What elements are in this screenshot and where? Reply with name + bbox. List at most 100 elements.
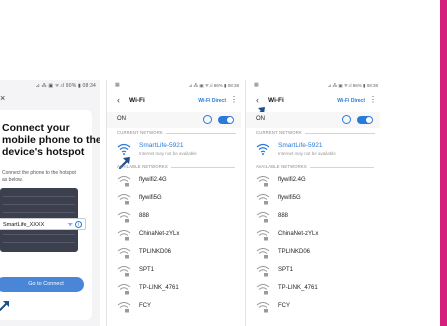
network-item[interactable]: ChinaNet-zYLx bbox=[246, 227, 380, 243]
more-options-icon[interactable]: ⋮ bbox=[230, 95, 238, 104]
wifi-toggle[interactable] bbox=[218, 116, 234, 124]
title-line: device's hotspot bbox=[2, 146, 85, 158]
current-network-name: SmartLife-5921 bbox=[139, 142, 184, 149]
network-name: 888 bbox=[139, 213, 150, 219]
title-line: mobile phone to the bbox=[2, 134, 100, 146]
network-item[interactable]: FCY bbox=[246, 299, 380, 315]
pointer-arrow-icon bbox=[0, 301, 9, 311]
status-bar: ▦ ⊿ ⁂ ▣ ᯤ.ıl 86% ▮ 08:38 bbox=[246, 80, 380, 92]
divider bbox=[309, 166, 374, 168]
illustration-row bbox=[3, 212, 75, 213]
info-icon: i bbox=[75, 221, 82, 228]
wifi-locked-icon bbox=[117, 265, 131, 277]
current-network-item[interactable]: SmartLife-5921 Internet may not be avail… bbox=[246, 138, 380, 160]
accent-edge-bar bbox=[440, 0, 447, 326]
wifi-locked-icon bbox=[256, 265, 270, 277]
network-item[interactable]: 888 bbox=[246, 209, 380, 225]
network-name: ChinaNet-zYLx bbox=[278, 231, 319, 237]
network-item[interactable]: flywifi5G bbox=[246, 191, 380, 207]
title-line: Connect your bbox=[2, 122, 70, 134]
wifi-locked-icon bbox=[256, 193, 270, 205]
available-networks-heading: AVAILABLE NETWORKS bbox=[256, 164, 374, 169]
wifi-locked-icon bbox=[256, 283, 270, 295]
network-item[interactable]: 888 bbox=[107, 209, 241, 225]
network-item[interactable]: FCY bbox=[107, 299, 241, 315]
wifi-locked-icon bbox=[117, 283, 131, 295]
wifi-settings-screen: ▦ ⊿ ⁂ ▣ ᯤ.ıl 86% ▮ 08:38 ‹ Wi-Fi Wi-Fi D… bbox=[106, 80, 241, 326]
wifi-icon: ᯤ bbox=[67, 222, 73, 228]
gallery-icon: ▦ bbox=[115, 82, 120, 88]
current-network-heading-text: CURRENT NETWORK bbox=[256, 130, 302, 135]
close-icon[interactable]: × bbox=[0, 92, 10, 104]
wifi-locked-icon bbox=[256, 211, 270, 223]
network-name: TPLINKD06 bbox=[139, 249, 172, 255]
network-item[interactable]: SPT1 bbox=[246, 263, 380, 279]
status-text: ⊿ ⁂ ▣ ᯤ.ıl 86% ▮ 08:38 bbox=[327, 82, 378, 88]
network-item[interactable]: flywifi2.4G bbox=[246, 173, 380, 189]
network-item[interactable]: TP-LINK_4761 bbox=[107, 281, 241, 297]
divider bbox=[304, 132, 375, 134]
more-options-icon[interactable]: ⋮ bbox=[369, 95, 377, 104]
available-networks-heading-text: AVAILABLE NETWORKS bbox=[256, 164, 307, 169]
page-title: Wi-Fi bbox=[129, 97, 145, 104]
current-network-heading: CURRENT NETWORK bbox=[256, 130, 375, 135]
go-to-connect-button[interactable]: Go to Connect bbox=[0, 277, 84, 292]
wifi-locked-icon bbox=[256, 301, 270, 313]
available-networks-heading: AVAILABLE NETWORKS bbox=[117, 164, 235, 169]
current-network-status: Internet may not be available bbox=[139, 151, 197, 156]
network-name: flywifi5G bbox=[278, 195, 301, 201]
illustration-row bbox=[3, 196, 75, 197]
network-name: SPT1 bbox=[139, 267, 155, 273]
network-item[interactable]: SPT1 bbox=[107, 263, 241, 279]
wifi-toggle-row: ON bbox=[107, 112, 241, 128]
wifi-locked-icon bbox=[117, 211, 131, 223]
wifi-locked-icon bbox=[117, 301, 131, 313]
illustration-row bbox=[3, 234, 75, 235]
divider bbox=[165, 132, 236, 134]
wifi-locked-icon bbox=[117, 229, 131, 241]
network-item[interactable]: flywifi2.4G bbox=[107, 173, 241, 189]
available-networks-heading-text: AVAILABLE NETWORKS bbox=[117, 164, 168, 169]
network-item[interactable]: TPLINKD06 bbox=[107, 245, 241, 261]
current-network-heading-text: CURRENT NETWORK bbox=[117, 130, 163, 135]
wifi-settings-screen: ▦ ⊿ ⁂ ▣ ᯤ.ıl 86% ▮ 08:38 ‹ Wi-Fi Wi-Fi D… bbox=[245, 80, 380, 326]
ssid-highlight: SmartLife_XXXX ᯤ i bbox=[0, 218, 86, 230]
network-item[interactable]: ChinaNet-zYLx bbox=[107, 227, 241, 243]
network-name: SPT1 bbox=[278, 267, 294, 273]
back-icon[interactable]: ‹ bbox=[117, 95, 120, 105]
wifi-toggle[interactable] bbox=[357, 116, 373, 124]
wifi-direct-button[interactable]: Wi-Fi Direct bbox=[198, 98, 226, 104]
wifi-on-label: ON bbox=[256, 116, 265, 122]
network-name: TP-LINK_4761 bbox=[139, 285, 179, 291]
ssid-label: SmartLife_XXXX bbox=[3, 222, 45, 228]
screenshot-canvas: ⊿ ⁂ ▣ ᯤ.ıl 90% ▮ 08:34 × Connect your mo… bbox=[0, 0, 447, 326]
gallery-icon: ▦ bbox=[254, 82, 259, 88]
hotspot-instructions-screen: ⊿ ⁂ ▣ ᯤ.ıl 90% ▮ 08:34 × Connect your mo… bbox=[0, 80, 100, 326]
network-name: TP-LINK_4761 bbox=[278, 285, 318, 291]
wifi-locked-icon bbox=[117, 193, 131, 205]
network-item[interactable]: flywifi5G bbox=[107, 191, 241, 207]
page-title: Wi-Fi bbox=[268, 97, 284, 104]
network-item[interactable]: TP-LINK_4761 bbox=[246, 281, 380, 297]
current-network-name: SmartLife-5921 bbox=[278, 142, 323, 149]
page-title: Connect your mobile phone to the device'… bbox=[2, 122, 100, 158]
status-bar: ⊿ ⁂ ▣ ᯤ.ıl 90% ▮ 08:34 bbox=[0, 80, 100, 92]
current-network-heading: CURRENT NETWORK bbox=[117, 130, 236, 135]
current-network-status: Internet may not be available bbox=[278, 151, 336, 156]
illustration-row bbox=[3, 204, 75, 205]
scan-icon[interactable] bbox=[203, 115, 212, 124]
wifi-locked-icon bbox=[256, 247, 270, 259]
instructions-card: Connect your mobile phone to the device'… bbox=[0, 110, 100, 320]
wifi-locked-icon bbox=[256, 229, 270, 241]
wifi-locked-icon bbox=[256, 175, 270, 187]
network-name: ChinaNet-zYLx bbox=[139, 231, 180, 237]
wifi-signal-icon bbox=[256, 143, 270, 155]
wifi-on-label: ON bbox=[117, 116, 126, 122]
illustration-row bbox=[3, 242, 75, 243]
wifi-direct-button[interactable]: Wi-Fi Direct bbox=[337, 98, 365, 104]
network-item[interactable]: TPLINKD06 bbox=[246, 245, 380, 261]
status-text: ⊿ ⁂ ▣ ᯤ.ıl 90% ▮ 08:34 bbox=[35, 83, 96, 89]
status-bar: ▦ ⊿ ⁂ ▣ ᯤ.ıl 86% ▮ 08:38 bbox=[107, 80, 241, 92]
divider bbox=[170, 166, 235, 168]
scan-icon[interactable] bbox=[342, 115, 351, 124]
